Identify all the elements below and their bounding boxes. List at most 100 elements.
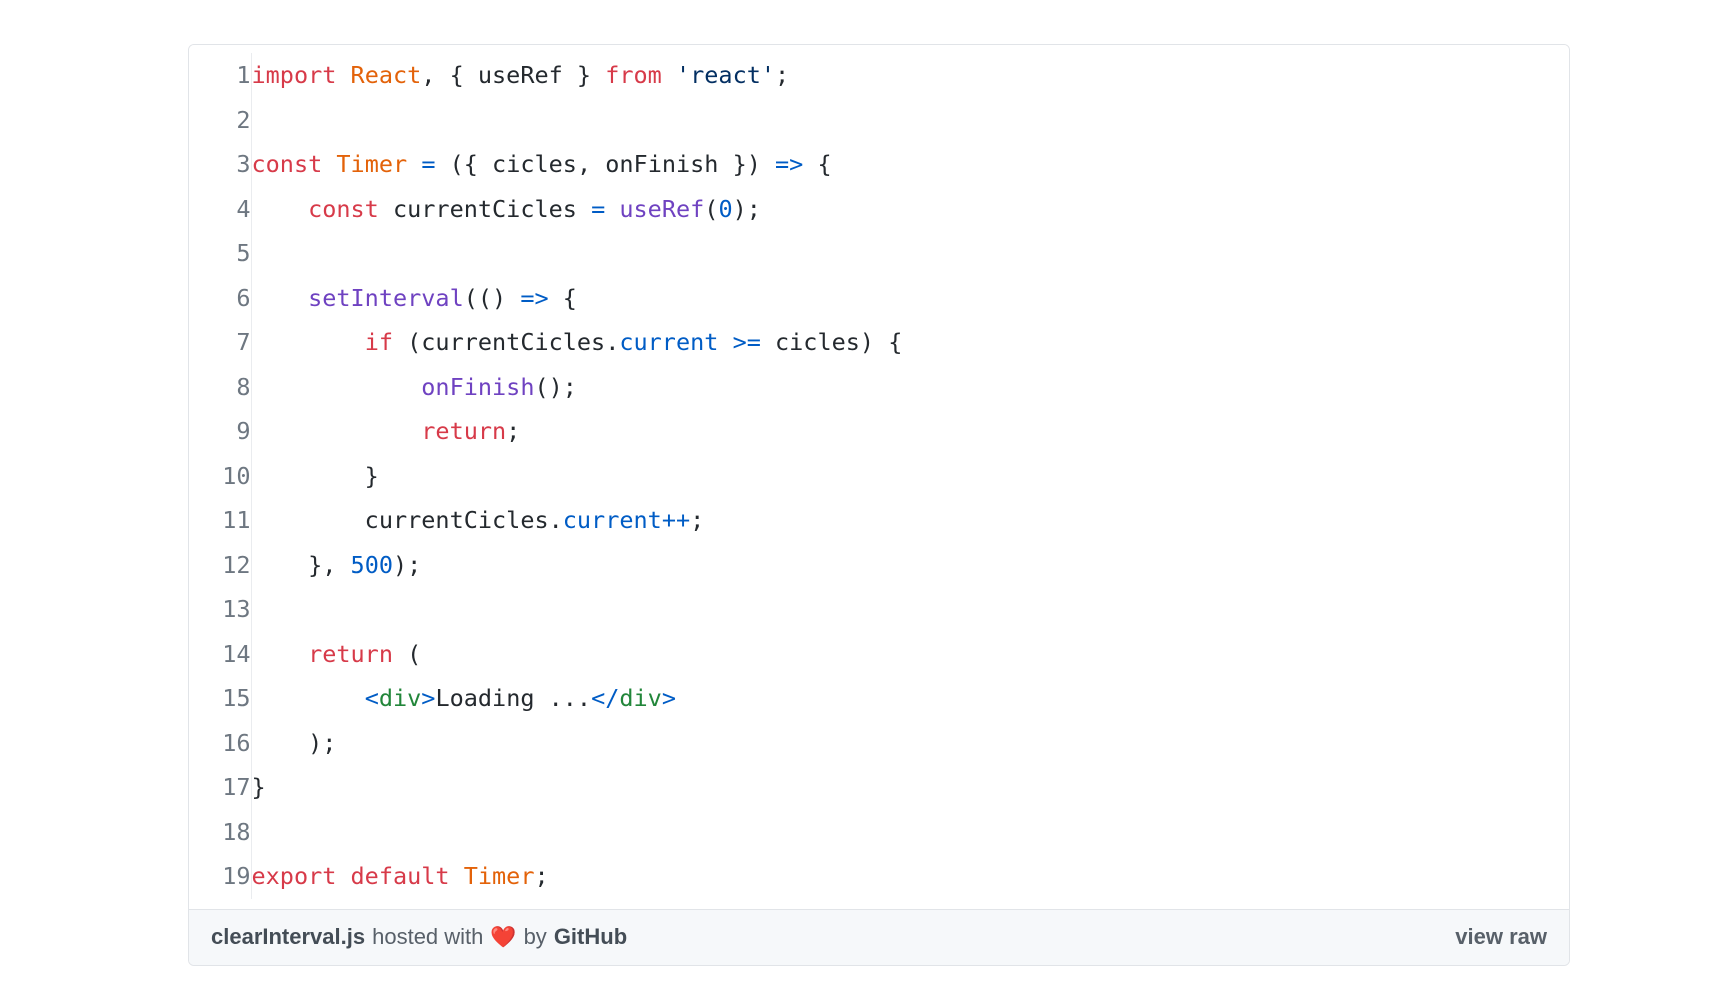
line-content: } bbox=[251, 765, 1569, 810]
code-token: ; bbox=[775, 61, 790, 89]
code-line: 12 }, 500); bbox=[189, 542, 1569, 588]
line-content: }, 500); bbox=[251, 543, 1569, 588]
line-number: 3 bbox=[189, 142, 252, 187]
line-content: return; bbox=[251, 409, 1569, 454]
code-token: ); bbox=[251, 728, 337, 757]
gist-footer-attribution: clearInterval.js hosted with ❤️ by GitHu… bbox=[211, 924, 627, 950]
heart-icon: ❤️ bbox=[490, 925, 517, 949]
code-line: 5 bbox=[189, 231, 1569, 276]
code-line: 14 return ( bbox=[189, 631, 1569, 677]
line-number: 12 bbox=[189, 542, 252, 587]
code-line: 10 } bbox=[189, 453, 1569, 499]
code-token: current bbox=[619, 328, 719, 356]
code-token: currentCicles bbox=[378, 194, 592, 223]
line-content: const Timer = ({ cicles, onFinish }) => … bbox=[251, 142, 1569, 187]
code-line: 3 const Timer = ({ cicles, onFinish }) =>… bbox=[189, 142, 1569, 187]
code-token: > bbox=[421, 684, 436, 712]
code-token: 0 bbox=[718, 194, 733, 223]
code-token: ); bbox=[732, 194, 761, 223]
code-token: ; bbox=[690, 506, 705, 534]
gist-filename: clearInterval.js bbox=[211, 923, 366, 949]
code-line: 9 return; bbox=[189, 409, 1569, 454]
code-token: from bbox=[605, 61, 662, 89]
code-token: , { useRef } bbox=[421, 61, 606, 89]
line-content: setInterval(() => { bbox=[251, 276, 1569, 321]
code-token: } bbox=[251, 773, 266, 801]
code-line: 19 export default Timer; bbox=[189, 854, 1569, 899]
code-token: ( bbox=[392, 639, 422, 668]
code-line: 16 ); bbox=[189, 720, 1569, 765]
code-token: return bbox=[308, 639, 393, 668]
line-number: 5 bbox=[189, 231, 252, 276]
line-number: 14 bbox=[189, 631, 252, 676]
code-line: 18 bbox=[189, 809, 1569, 854]
code-token: }, bbox=[251, 550, 351, 579]
code-block: 1 import React, { useRef } from 'react'; 2… bbox=[189, 45, 1569, 909]
code-token: { bbox=[803, 150, 832, 178]
code-line: 8 onFinish(); bbox=[189, 364, 1569, 410]
code-token: const bbox=[251, 150, 323, 178]
line-content: if (currentCicles.current >= cicles) { bbox=[251, 320, 1569, 365]
code-line: 1 import React, { useRef } from 'react'; bbox=[189, 53, 1569, 98]
gist-footer: clearInterval.js hosted with ❤️ by GitHu… bbox=[189, 908, 1569, 965]
code-token: div bbox=[378, 684, 422, 712]
code-token: return bbox=[421, 417, 507, 445]
gist-embed: 1 import React, { useRef } from 'react'; 2… bbox=[188, 44, 1570, 966]
code-token: 'react' bbox=[675, 61, 776, 89]
code-token: cicles) { bbox=[760, 328, 903, 356]
line-number: 4 bbox=[189, 186, 252, 231]
code-token: ; bbox=[506, 417, 521, 445]
line-content: return ( bbox=[251, 632, 1569, 677]
code-line: 4 const currentCicles = useRef(0); bbox=[189, 186, 1569, 232]
code-token: if bbox=[364, 328, 393, 356]
code-token: ({ cicles, onFinish }) bbox=[435, 150, 776, 178]
github-label: GitHub bbox=[553, 923, 628, 949]
line-content: onFinish(); bbox=[251, 365, 1569, 410]
code-line: 15 <div>Loading ...</div> bbox=[189, 676, 1569, 721]
line-content bbox=[251, 587, 1569, 632]
line-number: 17 bbox=[189, 765, 252, 810]
code-token: Loading ... bbox=[435, 684, 592, 712]
line-number: 2 bbox=[189, 97, 252, 142]
code-token: } bbox=[251, 461, 379, 490]
code-token: useRef bbox=[619, 194, 705, 223]
code-token: >= bbox=[732, 328, 761, 356]
code-table-body: 1 import React, { useRef } from 'react'; 2… bbox=[189, 53, 1569, 899]
code-token: ; bbox=[534, 862, 549, 890]
line-content: } bbox=[251, 454, 1569, 499]
code-token: ++ bbox=[661, 506, 691, 534]
line-number: 13 bbox=[189, 587, 252, 632]
view-raw-link[interactable]: view raw bbox=[1455, 924, 1547, 950]
code-token: > bbox=[661, 684, 676, 712]
by-label: by bbox=[523, 923, 547, 949]
line-number: 8 bbox=[189, 364, 252, 409]
line-number: 19 bbox=[189, 854, 252, 899]
code-token: ); bbox=[393, 550, 422, 579]
code-token: ( bbox=[704, 194, 719, 223]
line-number: 11 bbox=[189, 498, 252, 543]
code-token: => bbox=[520, 283, 549, 312]
code-line: 2 bbox=[189, 97, 1569, 142]
line-content: import React, { useRef } from 'react'; bbox=[251, 53, 1569, 98]
code-token: </ bbox=[591, 684, 620, 712]
line-content: const currentCicles = useRef(0); bbox=[251, 187, 1569, 232]
line-number: 18 bbox=[189, 809, 252, 854]
code-token: div bbox=[619, 684, 662, 712]
code-token: Timer bbox=[336, 150, 408, 178]
line-content: currentCicles.current++; bbox=[251, 498, 1569, 543]
code-token: setInterval bbox=[308, 283, 464, 312]
hosted-with-label: hosted with bbox=[372, 923, 484, 949]
code-line: 6 setInterval(() => { bbox=[189, 275, 1569, 321]
code-table: 1 import React, { useRef } from 'react'; 2… bbox=[189, 53, 1569, 899]
